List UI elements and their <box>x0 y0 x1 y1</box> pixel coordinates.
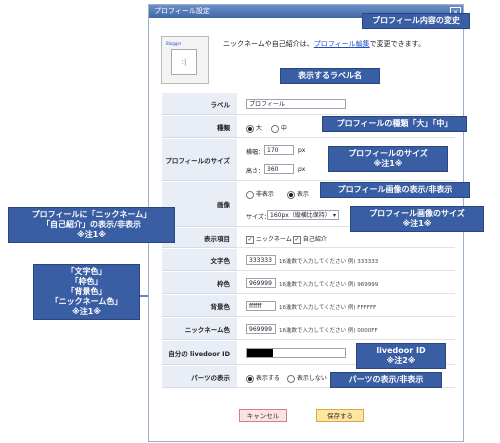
height-label: 高さ： <box>246 168 265 175</box>
type-medium-option[interactable]: 中 <box>271 123 287 133</box>
callout-profile-change: プロフィール内容の変史 <box>362 13 470 29</box>
image-size-select[interactable]: 160px（縦横比保持） ▾ <box>267 210 339 220</box>
text-color-label: 文字色 <box>210 256 231 265</box>
callout-label-name: 表示するラベル名 <box>280 68 380 84</box>
nick-color-hint: 16進数で入力してください 例) 0000FF <box>279 328 378 334</box>
callout-items: プロフィールに「ニックネーム」 「自己紹介」の表示/非表示 ※注1※ <box>8 207 175 243</box>
radio-image-hide[interactable] <box>246 190 254 199</box>
radio-parts-hide[interactable] <box>287 374 295 383</box>
intro-checkbox[interactable]: ✓ <box>293 235 301 244</box>
width-input[interactable]: 170 <box>264 145 294 155</box>
image-show-option[interactable]: 表示 <box>287 189 309 199</box>
nickname-checkbox-item[interactable]: ✓ ニックネーム <box>246 234 292 244</box>
callout-colors-line5: ※注1※ <box>71 307 102 316</box>
callout-type-text: プロフィールの種類「大」「中」 <box>336 119 453 128</box>
radio-large[interactable] <box>246 124 254 133</box>
image-label: 画像 <box>217 201 230 209</box>
radio-image-show[interactable] <box>287 190 295 199</box>
callout-image-size: プロフィール画像のサイズ ※注1※ <box>350 206 484 232</box>
callout-size-line1: プロフィールのサイズ <box>348 149 428 158</box>
height-unit: px <box>298 166 306 173</box>
type-large-option[interactable]: 大 <box>246 123 262 133</box>
chevron-down-icon: ▾ <box>332 212 336 219</box>
callout-label-name-text: 表示するラベル名 <box>298 71 362 80</box>
profile-avatar: Blogger :| <box>161 36 209 84</box>
width-unit: px <box>298 147 306 154</box>
callout-colors-line3: 「背景色」 <box>66 287 107 296</box>
callout-image-size-line1: プロフィール画像のサイズ <box>369 209 465 218</box>
nick-color-input[interactable]: 969999 <box>246 324 276 334</box>
redacted-id-mask <box>247 349 273 357</box>
row-label: ラベル プロフィール <box>162 93 455 115</box>
intro-text: ニックネームや自己紹介は、プロフィール編集で変更できます。 <box>223 39 425 49</box>
callout-image: プロフィール画像の表示/非表示 <box>320 182 470 198</box>
callout-livedoor-line1: livedoor ID <box>376 346 426 355</box>
border-color-input[interactable]: 969999 <box>246 278 276 288</box>
callout-parts: パーツの表示/非表示 <box>330 372 442 388</box>
row-text-color: 文字色 333333 16進数で入力してください 例) 333333 <box>162 249 455 271</box>
row-border-color: 枠色 969999 16進数で入力してください 例) 969999 <box>162 272 455 294</box>
image-hide-option[interactable]: 非表示 <box>246 189 274 199</box>
callout-livedoor: livedoor ID ※注2※ <box>356 343 446 369</box>
cancel-button[interactable]: キャンセル <box>239 409 287 422</box>
callout-colors-line1: 「文字色」 <box>66 267 107 276</box>
bg-color-hint: 16進数で入力してください 例) FFFFFF <box>279 305 377 311</box>
avatar-face-icon: :| <box>171 49 197 75</box>
dialog-title: プロフィール設定 <box>154 7 210 15</box>
nick-color-label: ニックネーム色 <box>184 325 230 334</box>
callout-size: プロフィールのサイズ ※注1※ <box>328 146 448 172</box>
callout-type: プロフィールの種類「大」「中」 <box>322 116 467 132</box>
text-color-hint: 16進数で入力してください 例) 333333 <box>279 259 379 265</box>
callout-parts-text: パーツの表示/非表示 <box>348 375 424 384</box>
callout-livedoor-line2: ※注2※ <box>386 356 416 365</box>
callout-items-line3: ※注1※ <box>76 230 107 239</box>
callout-colors: 「文字色」 「枠色」 「背景色」 「ニックネーム色」 ※注1※ <box>33 264 140 320</box>
size-label: プロフィールのサイズ <box>165 156 230 165</box>
callout-image-text: プロフィール画像の表示/非表示 <box>337 185 453 194</box>
livedoor-label: 自分の livedoor ID <box>168 349 230 358</box>
row-bg-color: 背景色 ffffff 16進数で入力してください 例) FFFFFF <box>162 295 455 317</box>
intro-after: で変更できます。 <box>369 40 425 48</box>
intro-before: ニックネームや自己紹介は、 <box>223 40 314 48</box>
save-button[interactable]: 保存する <box>316 409 364 422</box>
items-label: 表示項目 <box>204 234 230 243</box>
intro-checkbox-item[interactable]: ✓ 自己紹介 <box>293 234 327 244</box>
callout-items-line1: プロフィールに「ニックネーム」 <box>31 210 152 219</box>
text-color-input[interactable]: 333333 <box>246 255 276 265</box>
callout-profile-change-text: プロフィール内容の変史 <box>372 16 460 25</box>
callout-items-line2: 「自己紹介」の表示/非表示 <box>42 220 141 229</box>
nickname-checkbox[interactable]: ✓ <box>246 235 254 244</box>
callout-image-size-line2: ※注1※ <box>402 219 432 228</box>
radio-medium[interactable] <box>271 124 279 133</box>
parts-label: パーツの表示 <box>191 373 230 382</box>
profile-edit-link[interactable]: プロフィール編集 <box>314 40 370 48</box>
parts-hide-option[interactable]: 表示しない <box>287 373 327 383</box>
label-field-label: ラベル <box>210 100 231 109</box>
parts-show-option[interactable]: 表示する <box>246 373 280 383</box>
width-label: 横幅： <box>246 149 265 156</box>
row-nick-color: ニックネーム色 969999 16進数で入力してください 例) 0000FF <box>162 318 455 340</box>
callout-colors-line2: 「枠色」 <box>70 277 103 286</box>
radio-parts-show[interactable] <box>246 374 254 383</box>
bg-color-input[interactable]: ffffff <box>246 301 276 311</box>
border-color-label: 枠色 <box>217 279 230 288</box>
callout-colors-line4: 「ニックネーム色」 <box>50 297 123 306</box>
bg-color-label: 背景色 <box>210 302 231 311</box>
avatar-blog-label: Blogger <box>166 41 182 46</box>
callout-size-line2: ※注1※ <box>373 159 403 168</box>
border-color-hint: 16進数で入力してください 例) 969999 <box>279 282 379 288</box>
label-input[interactable]: プロフィール <box>246 99 346 109</box>
type-label: 種類 <box>217 123 230 132</box>
height-input[interactable]: 360 <box>264 164 294 174</box>
